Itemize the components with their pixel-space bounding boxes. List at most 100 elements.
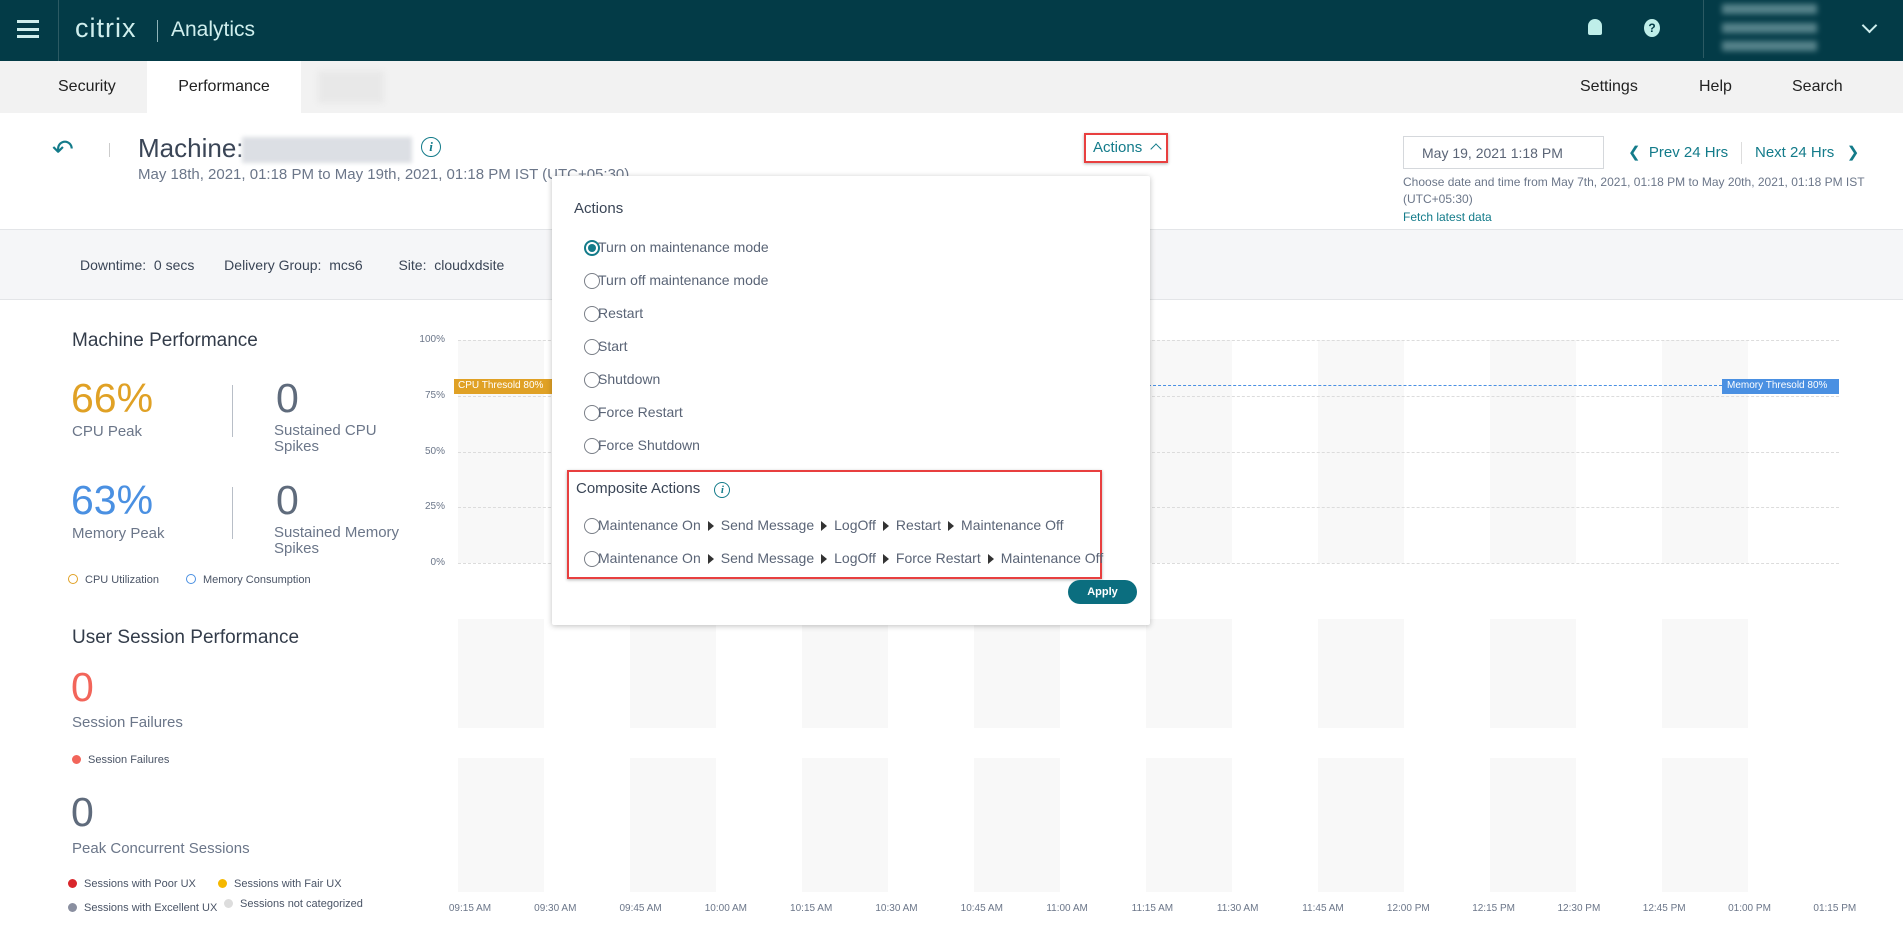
sessions-band: [1662, 758, 1748, 892]
date-input[interactable]: May 19, 2021 1:18 PM: [1403, 136, 1604, 169]
x-tick-label: 11:00 AM: [1046, 903, 1088, 914]
x-tick-label: 09:15 AM: [448, 903, 492, 914]
next-label: Next 24 Hrs: [1755, 144, 1835, 161]
delivery-group-value: mcs6: [329, 257, 363, 273]
action-option-label[interactable]: Force Restart: [598, 404, 683, 420]
actions-popup: Actions Turn on maintenance mode Turn off…: [552, 176, 1150, 625]
arrow-right-icon: [987, 554, 994, 565]
composite-action-label[interactable]: Maintenance On Send Message LogOff Force Re…: [598, 550, 1103, 566]
actions-label: Actions: [1093, 139, 1143, 156]
composite-step: Restart: [895, 517, 942, 533]
sustained-memory-spikes-label: Sustained Memory Spikes: [274, 524, 400, 557]
back-arrow-icon[interactable]: ↶: [52, 134, 74, 165]
arrow-right-icon: [948, 521, 955, 532]
x-tick-label: 09:30 AM: [534, 903, 577, 914]
chevron-right-icon: ❯: [1846, 144, 1860, 161]
y-tick-label: 50%: [424, 445, 445, 457]
composite-actions-box: Composite Actions i Maintenance On Send M…: [567, 470, 1103, 579]
menu-icon[interactable]: [17, 20, 39, 38]
session-failures-band: [630, 619, 716, 728]
arrow-right-icon: [707, 554, 714, 565]
site-value: cloudxdsite: [434, 257, 505, 273]
x-tick-label: 10:00 AM: [704, 903, 748, 914]
action-option-label[interactable]: Shutdown: [598, 371, 660, 387]
legend-memory-consumption[interactable]: Memory Consumption: [186, 574, 311, 586]
actions-button[interactable]: Actions: [1084, 133, 1168, 163]
action-option-label[interactable]: Restart: [598, 305, 643, 321]
y-tick-label: 75%: [424, 389, 445, 401]
sessions-band: [630, 758, 716, 892]
help-link[interactable]: Help: [1679, 61, 1752, 113]
composite-step: Force Restart: [895, 550, 981, 566]
tab-bar: Security Performance Settings Help Searc…: [0, 61, 1903, 113]
tab-blurred[interactable]: [318, 71, 384, 103]
chevron-down-icon[interactable]: [1861, 17, 1878, 34]
prev-label: Prev 24 Hrs: [1648, 144, 1729, 161]
cpu-peak-value: 66%: [71, 375, 154, 421]
site-label: Site:: [398, 257, 427, 273]
action-option-label[interactable]: Turn off maintenance mode: [598, 272, 768, 288]
composite-step: Send Message: [720, 550, 815, 566]
cpu-peak-label: CPU Peak: [72, 423, 143, 440]
chevron-left-icon: ❮: [1628, 144, 1641, 161]
tab-performance[interactable]: Performance: [147, 61, 301, 113]
search-link[interactable]: Search: [1772, 61, 1863, 113]
citrix-logo: citrix: [75, 13, 137, 43]
settings-link[interactable]: Settings: [1560, 61, 1658, 113]
prev-24-hrs-button[interactable]: ❮ Prev 24 Hrs: [1628, 143, 1728, 161]
action-option-label[interactable]: Turn on maintenance mode: [598, 239, 769, 255]
machine-performance-title: Machine Performance: [72, 330, 258, 351]
memory-peak-value: 63%: [71, 477, 154, 523]
help-icon[interactable]: ?: [1644, 19, 1660, 37]
user-session-performance-title: User Session Performance: [72, 627, 300, 648]
fetch-latest-data-link[interactable]: Fetch latest data: [1403, 210, 1492, 224]
legend-session-failures[interactable]: Session Failures: [72, 754, 169, 766]
action-option-label[interactable]: Force Shutdown: [598, 437, 700, 453]
legend-not-categorized[interactable]: Sessions not categorized: [224, 898, 363, 910]
y-tick-label: 25%: [424, 501, 445, 513]
legend-excellent-ux[interactable]: Sessions with Excellent UX: [68, 898, 218, 918]
composite-step: Maintenance Off: [961, 517, 1064, 533]
info-icon[interactable]: i: [714, 482, 731, 498]
actions-popup-title: Actions: [574, 200, 624, 217]
next-24-hrs-button[interactable]: Next 24 Hrs ❯: [1755, 143, 1859, 161]
arrow-right-icon: [882, 554, 889, 565]
downtime-value: 0 secs: [153, 257, 195, 273]
user-account[interactable]: [1722, 4, 1817, 54]
session-failures-band: [974, 619, 1060, 728]
legend-poor-ux[interactable]: Sessions with Poor UX: [68, 878, 196, 890]
composite-step: Send Message: [720, 517, 815, 533]
session-failures-band: [458, 619, 544, 728]
legend-fair-ux[interactable]: Sessions with Fair UX: [218, 878, 342, 890]
sessions-band: [974, 758, 1060, 892]
composite-action-label[interactable]: Maintenance On Send Message LogOff Restart M…: [598, 517, 1064, 533]
x-tick-label: 12:00 PM: [1386, 903, 1430, 914]
composite-step: Maintenance On: [598, 550, 701, 566]
session-failures-band: [1318, 619, 1404, 728]
tab-security[interactable]: Security: [38, 61, 136, 113]
x-tick-label: 10:45 AM: [960, 903, 1003, 914]
chevron-up-icon: [1150, 143, 1163, 155]
session-failures-band: [1146, 619, 1232, 728]
memory-peak-label: Memory Peak: [72, 525, 165, 542]
arrow-right-icon: [707, 521, 714, 532]
x-tick-label: 10:15 AM: [790, 903, 833, 914]
sessions-band: [802, 758, 888, 892]
x-tick-label: 11:15 AM: [1131, 903, 1174, 914]
date-range-hint: Choose date and time from May 7th, 2021,…: [1403, 175, 1865, 206]
memory-threshold-label: Memory Thresold 80%: [1722, 379, 1839, 394]
apply-button[interactable]: Apply: [1068, 580, 1137, 604]
x-tick-label: 01:00 PM: [1728, 903, 1771, 914]
y-tick-label: 100%: [419, 334, 445, 345]
divider: [58, 0, 59, 61]
x-tick-label: 12:15 PM: [1472, 903, 1515, 914]
cpu-threshold-label: CPU Thresold 80%: [454, 379, 552, 394]
arrow-right-icon: [821, 521, 828, 532]
action-option-label[interactable]: Start: [598, 338, 628, 354]
delivery-group-label: Delivery Group:: [224, 257, 322, 273]
bell-icon[interactable]: [1588, 19, 1602, 35]
info-icon[interactable]: i: [421, 137, 441, 157]
composite-actions-title: Composite Actions: [576, 480, 701, 497]
sessions-band: [1490, 758, 1576, 892]
legend-cpu-utilization[interactable]: CPU Utilization: [68, 574, 159, 586]
